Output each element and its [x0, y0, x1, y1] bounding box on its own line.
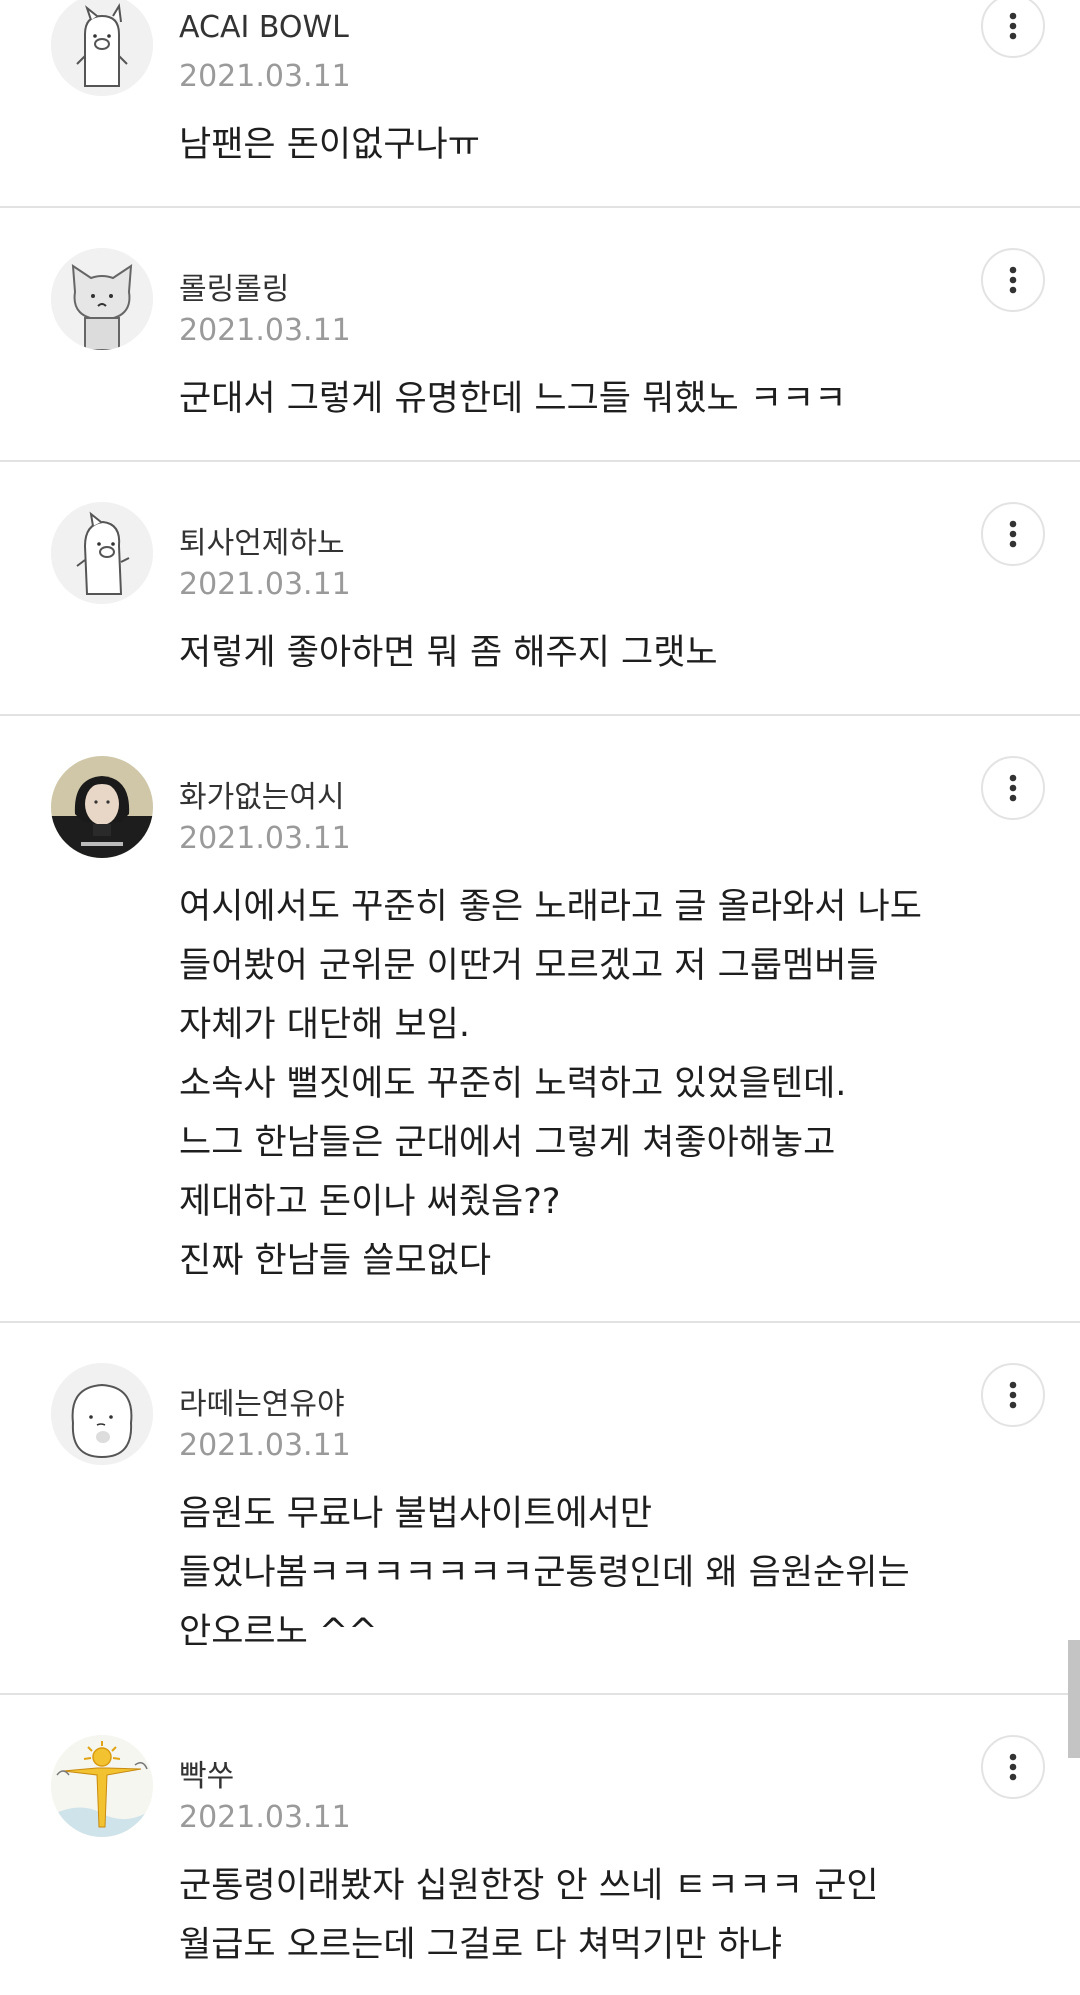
- comment-author[interactable]: 화가없는여시: [179, 772, 345, 816]
- comment-author[interactable]: 빡쑤: [179, 1751, 234, 1795]
- comment-line: 제대하고 돈이나 써줬음??: [179, 1182, 561, 1222]
- pig-avatar-icon[interactable]: [51, 502, 153, 604]
- comment-line: 남팬은 돈이없구나ㅠ: [179, 125, 480, 165]
- comment-line: 군대서 그렇게 유명한데 느그들 뭐했노 ㅋㅋㅋ: [179, 379, 847, 419]
- more-vertical-icon: [1009, 774, 1017, 802]
- woman-photo-avatar[interactable]: [51, 756, 153, 858]
- more-options-button[interactable]: [981, 0, 1045, 58]
- comment-line: 군통령이래봤자 십원한장 안 쓰네 ㅌㅋㅋㅋ 군인: [179, 1866, 879, 1906]
- comment-line: 여시에서도 꾸준히 좋은 노래라고 글 올라와서 나도: [179, 887, 922, 927]
- comment-author[interactable]: ACAI BOWL: [179, 10, 349, 45]
- blob-avatar-icon[interactable]: [51, 1363, 153, 1465]
- comment-item: ACAI BOWL 2021.03.11 남팬은 돈이없구나ㅠ: [0, 0, 1080, 208]
- more-options-button[interactable]: [981, 1735, 1045, 1799]
- comment-author[interactable]: 롤링롤링: [179, 264, 289, 308]
- more-vertical-icon: [1009, 266, 1017, 294]
- comment-date: 2021.03.11: [179, 567, 351, 602]
- comment-date: 2021.03.11: [179, 59, 351, 94]
- comment-item: 롤링롤링 2021.03.11 군대서 그렇게 유명한데 느그들 뭐했노 ㅋㅋㅋ: [0, 208, 1080, 462]
- comment-item: 빡쑤 2021.03.11 군통령이래봤자 십원한장 안 쓰네 ㅌㅋㅋㅋ 군인 …: [0, 1695, 1080, 1995]
- comment-line: 소속사 뻘짓에도 꾸준히 노력하고 있었을텐데.: [179, 1064, 847, 1104]
- sun-figure-avatar[interactable]: [51, 1735, 153, 1837]
- comment-text: 군통령이래봤자 십원한장 안 쓰네 ㅌㅋㅋㅋ 군인 월급도 오르는데 그걸로 다…: [179, 1857, 990, 1975]
- comment-line: 느그 한남들은 군대에서 그렇게 쳐좋아해놓고: [179, 1123, 836, 1163]
- comment-date: 2021.03.11: [179, 1800, 351, 1835]
- comment-line: 음원도 무료나 불법사이트에서만: [179, 1494, 653, 1534]
- more-vertical-icon: [1009, 520, 1017, 548]
- comment-text: 저렇게 좋아하면 뭐 좀 해주지 그랫노: [179, 624, 990, 683]
- more-options-button[interactable]: [981, 502, 1045, 566]
- cat-avatar-icon[interactable]: [51, 248, 153, 350]
- comment-item: 라떼는연유야 2021.03.11 음원도 무료나 불법사이트에서만 들었나봄ㅋ…: [0, 1323, 1080, 1695]
- comment-line: 진짜 한남들 쓸모없다: [179, 1241, 492, 1281]
- comment-author[interactable]: 퇴사언제하노: [179, 518, 345, 562]
- comment-text: 음원도 무료나 불법사이트에서만 들었나봄ㅋㅋㅋㅋㅋㅋㅋ군통령인데 왜 음원순위…: [179, 1485, 990, 1662]
- more-options-button[interactable]: [981, 248, 1045, 312]
- comment-line: 자체가 대단해 보임.: [179, 1005, 470, 1045]
- comment-line: 들어봤어 군위문 이딴거 모르겠고 저 그룹멤버들: [179, 946, 879, 986]
- pig-avatar-icon[interactable]: [51, 0, 153, 96]
- comment-item: 퇴사언제하노 2021.03.11 저렇게 좋아하면 뭐 좀 해주지 그랫노: [0, 462, 1080, 716]
- scrollbar-thumb[interactable]: [1068, 1640, 1080, 1758]
- more-options-button[interactable]: [981, 1363, 1045, 1427]
- comment-line: 들었나봄ㅋㅋㅋㅋㅋㅋㅋ군통령인데 왜 음원순위는: [179, 1553, 910, 1593]
- comment-text: 여시에서도 꾸준히 좋은 노래라고 글 올라와서 나도 들어봤어 군위문 이딴거…: [179, 878, 990, 1291]
- comment-item: 화가없는여시 2021.03.11 여시에서도 꾸준히 좋은 노래라고 글 올라…: [0, 716, 1080, 1323]
- comment-text: 남팬은 돈이없구나ㅠ: [179, 116, 990, 175]
- comment-text: 군대서 그렇게 유명한데 느그들 뭐했노 ㅋㅋㅋ: [179, 370, 990, 429]
- more-vertical-icon: [1009, 1381, 1017, 1409]
- comment-list: ACAI BOWL 2021.03.11 남팬은 돈이없구나ㅠ 롤링롤링 202…: [0, 0, 1080, 1995]
- more-vertical-icon: [1009, 12, 1017, 40]
- more-options-button[interactable]: [981, 756, 1045, 820]
- comment-author[interactable]: 라떼는연유야: [179, 1379, 345, 1423]
- comment-line: 저렇게 좋아하면 뭐 좀 해주지 그랫노: [179, 633, 718, 673]
- comment-date: 2021.03.11: [179, 313, 351, 348]
- comment-line: 안오르노 ^^: [179, 1612, 378, 1652]
- comment-date: 2021.03.11: [179, 1428, 351, 1463]
- comment-date: 2021.03.11: [179, 821, 351, 856]
- more-vertical-icon: [1009, 1753, 1017, 1781]
- comment-line: 월급도 오르는데 그걸로 다 쳐먹기만 하냐: [179, 1925, 783, 1965]
